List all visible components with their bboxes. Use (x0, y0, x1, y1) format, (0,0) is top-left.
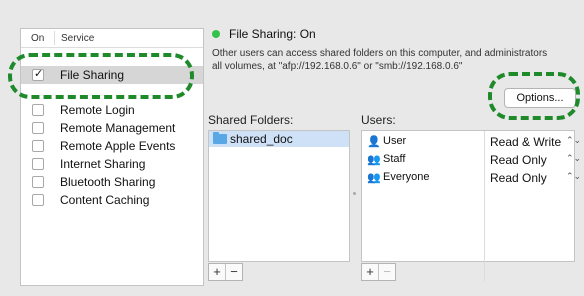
shared-folder-name: shared_doc (230, 132, 293, 146)
header-separator (54, 31, 55, 45)
status-description: Other users can access shared folders on… (212, 47, 572, 73)
service-label: Bluetooth Sharing (60, 175, 156, 189)
remote-login-checkbox[interactable] (32, 104, 44, 116)
remote-management-checkbox[interactable] (32, 122, 44, 134)
service-row-remote-management[interactable]: Remote Management (21, 119, 203, 137)
status-text: File Sharing: On (229, 27, 316, 41)
split-handle[interactable] (353, 192, 356, 195)
service-label: Remote Apple Events (60, 139, 176, 153)
updown-arrows-icon[interactable]: ⌃⌄ (566, 135, 581, 146)
bluetooth-sharing-checkbox[interactable] (32, 176, 44, 188)
service-label: Content Caching (60, 193, 150, 207)
user-name: Staff (383, 153, 406, 165)
service-label: Remote Login (60, 103, 135, 117)
user-row-user[interactable]: 👤 User Read & Write ⌃⌄ (362, 134, 581, 150)
everyone-icon: 👥 (367, 172, 381, 184)
options-button-highlight (488, 72, 580, 120)
shared-folder-item[interactable]: shared_doc (209, 131, 349, 147)
service-label: Internet Sharing (60, 157, 146, 171)
service-row-remote-apple-events[interactable]: Remote Apple Events (21, 137, 203, 155)
add-folder-button[interactable]: + (209, 264, 225, 280)
service-row-bluetooth-sharing[interactable]: Bluetooth Sharing (21, 173, 203, 191)
user-row-everyone[interactable]: 👥 Everyone Read Only ⌃⌄ (362, 170, 581, 186)
shared-folders-list: shared_doc (208, 130, 350, 262)
remove-user-button[interactable]: − (379, 264, 395, 280)
service-row-remote-login[interactable]: Remote Login (21, 101, 203, 119)
group-icon: 👥 (367, 154, 381, 166)
permission-select[interactable]: Read & Write (490, 135, 561, 149)
permission-select[interactable]: Read Only (490, 171, 547, 185)
service-row-internet-sharing[interactable]: Internet Sharing (21, 155, 203, 173)
remove-folder-button[interactable]: − (226, 264, 242, 280)
updown-arrows-icon[interactable]: ⌃⌄ (566, 153, 581, 164)
status-indicator (212, 30, 220, 38)
shared-folders-label: Shared Folders: (208, 113, 294, 127)
shared-folders-add-remove: + − (208, 263, 243, 281)
service-column-header: Service (61, 33, 95, 44)
add-user-button[interactable]: + (362, 264, 378, 280)
description-line-1: Other users can access shared folders on… (212, 48, 548, 59)
single-user-icon: 👤 (367, 136, 381, 148)
service-row-content-caching[interactable]: Content Caching (21, 191, 203, 209)
folder-icon (213, 132, 227, 144)
permission-select[interactable]: Read Only (490, 153, 547, 167)
service-list-header: On Service (21, 29, 203, 48)
internet-sharing-checkbox[interactable] (32, 158, 44, 170)
remote-apple-events-checkbox[interactable] (32, 140, 44, 152)
users-list: 👤 User Read & Write ⌃⌄ 👥 Staff Read Only… (361, 130, 581, 281)
users-label: Users: (361, 113, 396, 127)
users-add-remove: + − (361, 263, 396, 281)
content-caching-checkbox[interactable] (32, 194, 44, 206)
file-sharing-highlight (8, 53, 194, 99)
service-label: Remote Management (60, 121, 176, 135)
user-name: Everyone (383, 171, 430, 183)
user-name: User (383, 135, 407, 147)
user-row-staff[interactable]: 👥 Staff Read Only ⌃⌄ (362, 152, 581, 168)
on-column-header: On (31, 33, 45, 44)
updown-arrows-icon[interactable]: ⌃⌄ (566, 171, 581, 182)
